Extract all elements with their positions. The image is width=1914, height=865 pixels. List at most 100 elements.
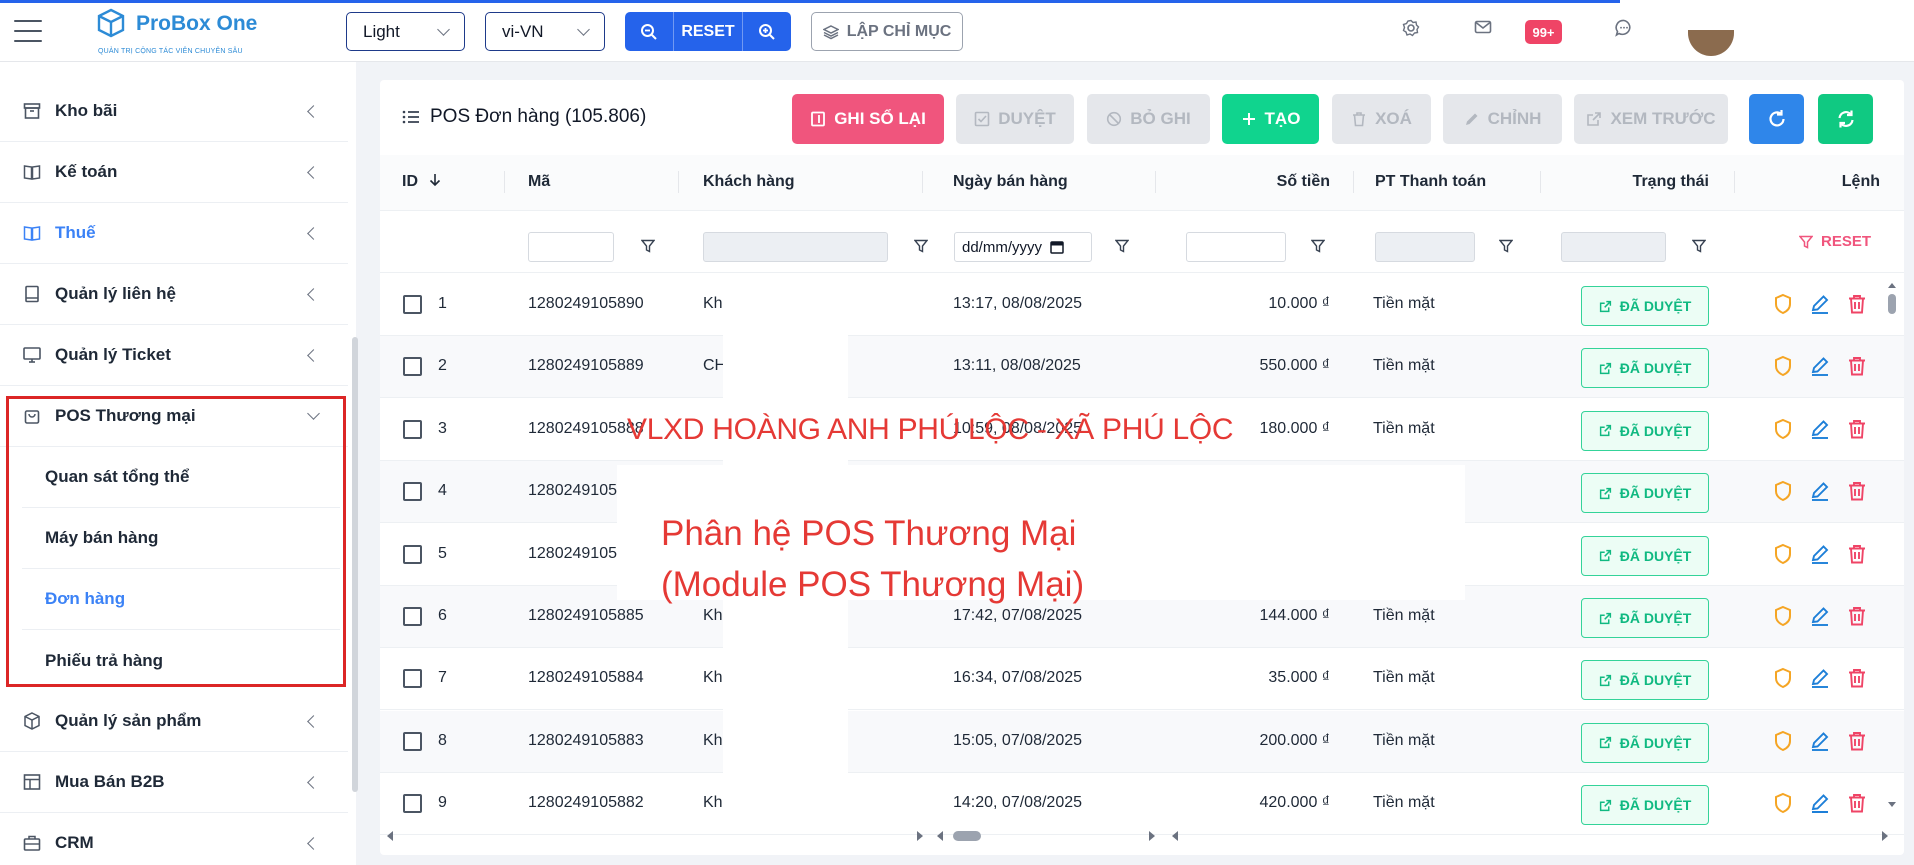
edit-icon[interactable] (1809, 418, 1831, 440)
status-badge[interactable]: ĐÃ DUYỆT (1581, 785, 1709, 826)
sidebar-item-thue[interactable]: Thuế (0, 203, 348, 264)
column-divider[interactable] (1734, 171, 1735, 193)
shield-icon[interactable] (1772, 543, 1794, 565)
row-checkbox[interactable] (403, 419, 422, 439)
status-badge[interactable]: ĐÃ DUYỆT (1581, 473, 1709, 514)
column-divider[interactable] (1540, 171, 1541, 193)
calendar-icon[interactable] (1050, 240, 1064, 254)
sort-arrow-down-icon[interactable] (428, 173, 442, 187)
delete-icon[interactable] (1846, 480, 1868, 502)
filter-so-tien-input[interactable] (1186, 232, 1286, 262)
column-divider[interactable] (678, 171, 679, 193)
filter-ma-input[interactable] (528, 232, 614, 262)
column-divider[interactable] (1155, 171, 1156, 193)
avatar[interactable] (1688, 30, 1734, 56)
shield-icon[interactable] (1772, 418, 1794, 440)
ghi-so-lai-button[interactable]: GHI SỔ LẠI (792, 94, 944, 144)
sidebar-scrollbar[interactable] (352, 337, 358, 792)
xoa-button[interactable]: XOÁ (1332, 94, 1431, 144)
zoom-out-button[interactable] (625, 12, 673, 51)
shield-icon[interactable] (1772, 355, 1794, 377)
column-divider[interactable] (1353, 171, 1354, 193)
index-button[interactable]: LẬP CHỈ MỤC (811, 12, 963, 51)
sidebar-subitem-may-ban-hang[interactable]: Máy bán hàng (22, 508, 340, 569)
shield-icon[interactable] (1772, 792, 1794, 814)
delete-icon[interactable] (1846, 730, 1868, 752)
scroll-right-icon[interactable] (1880, 830, 1890, 842)
filter-trang-thai-input[interactable] (1561, 232, 1666, 262)
row-checkbox[interactable] (403, 607, 422, 626)
menu-icon[interactable] (14, 20, 42, 42)
logo[interactable]: ProBox One QUẢN TRỊ CỘNG TÁC VIÊN CHUYÊN… (96, 6, 257, 58)
row-checkbox[interactable] (403, 357, 422, 377)
notification-badge[interactable]: 99+ (1525, 20, 1562, 44)
status-badge[interactable]: ĐÃ DUYỆT (1581, 410, 1709, 451)
table-row[interactable]: 2 1280249105889 CH 13:11, 08/08/2025 550.000… (380, 336, 1904, 399)
sidebar-item-lien-he[interactable]: Quản lý liên hệ (0, 264, 348, 325)
sidebar-item-pos-thuong-mai[interactable]: POS Thương mại (0, 386, 348, 447)
filter-funnel-icon[interactable] (1692, 239, 1706, 253)
status-badge[interactable]: ĐÃ DUYỆT (1581, 722, 1709, 763)
sidebar-item-b2b[interactable]: Mua Bán B2B (0, 752, 348, 813)
delete-icon[interactable] (1846, 792, 1868, 814)
col-ngay-ban[interactable]: Ngày bán hàng (953, 173, 1068, 191)
row-checkbox[interactable] (403, 669, 422, 689)
filter-funnel-icon[interactable] (641, 239, 655, 253)
sidebar-item-ke-toan[interactable]: Kế toán (0, 142, 348, 203)
col-ma[interactable]: Mã (528, 173, 550, 191)
chat-icon[interactable] (1615, 19, 1633, 37)
status-badge[interactable]: ĐÃ DUYỆT (1581, 348, 1709, 389)
zoom-in-button[interactable] (743, 12, 791, 51)
filter-reset-button[interactable]: RESET (1799, 233, 1871, 250)
zoom-reset-button[interactable]: RESET (673, 12, 743, 51)
filter-date-input[interactable]: dd/mm/yyyy (954, 232, 1092, 262)
sidebar-subitem-don-hang[interactable]: Đơn hàng (22, 569, 340, 630)
status-badge[interactable]: ĐÃ DUYỆT (1581, 660, 1709, 701)
sidebar-subitem-phieu-tra-hang[interactable]: Phiếu trả hàng (22, 630, 340, 691)
horizontal-scrollbar-right[interactable] (1170, 827, 1890, 845)
edit-icon[interactable] (1809, 293, 1831, 315)
filter-khach-hang-input[interactable] (703, 232, 888, 262)
edit-icon[interactable] (1809, 792, 1831, 814)
filter-funnel-icon[interactable] (914, 239, 928, 253)
edit-icon[interactable] (1809, 730, 1831, 752)
status-badge[interactable]: ĐÃ DUYỆT (1581, 286, 1709, 326)
bo-ghi-button[interactable]: BỎ GHI (1087, 94, 1210, 144)
sidebar-subitem-quan-sat[interactable]: Quan sát tổng thể (22, 447, 340, 508)
col-trang-thai[interactable]: Trạng thái (1570, 173, 1709, 191)
status-badge[interactable]: ĐÃ DUYỆT (1581, 535, 1709, 576)
shield-icon[interactable] (1772, 293, 1794, 315)
shield-icon[interactable] (1772, 667, 1794, 689)
delete-icon[interactable] (1846, 543, 1868, 565)
theme-select[interactable]: Light (346, 12, 465, 51)
table-row[interactable]: 8 1280249105883 Kh 15:05, 07/08/2025 200.000… (380, 710, 1904, 773)
delete-icon[interactable] (1846, 355, 1868, 377)
shield-icon[interactable] (1772, 730, 1794, 752)
table-vertical-scrollbar[interactable] (1886, 280, 1898, 810)
scroll-right-icon[interactable] (1147, 830, 1157, 842)
table-row[interactable]: 1 1280249105890 Kh 13:17, 08/08/2025 10.000 … (380, 274, 1904, 336)
table-row[interactable]: 9 1280249105882 Kh 14:20, 07/08/2025 420.000… (380, 773, 1904, 836)
table-row[interactable]: 7 1280249105884 Kh 16:34, 07/08/2025 35.000 … (380, 648, 1904, 711)
horizontal-scrollbar-left[interactable] (385, 827, 925, 845)
filter-funnel-icon[interactable] (1311, 239, 1325, 253)
delete-icon[interactable] (1846, 418, 1868, 440)
col-so-tien[interactable]: Số tiền (1230, 173, 1330, 191)
row-checkbox[interactable] (403, 482, 422, 502)
filter-funnel-icon[interactable] (1499, 239, 1513, 253)
scroll-up-icon[interactable] (1886, 280, 1898, 290)
column-divider[interactable] (922, 171, 923, 193)
edit-icon[interactable] (1809, 667, 1831, 689)
duyet-button[interactable]: DUYỆT (956, 94, 1074, 144)
shield-icon[interactable] (1772, 480, 1794, 502)
delete-icon[interactable] (1846, 293, 1868, 315)
scroll-left-icon[interactable] (385, 830, 395, 842)
scroll-right-icon[interactable] (915, 830, 925, 842)
sync-button[interactable] (1818, 94, 1873, 144)
tao-button[interactable]: TẠO (1222, 94, 1319, 144)
xem-truoc-button[interactable]: XEM TRƯỚC (1574, 94, 1728, 144)
status-badge[interactable]: ĐÃ DUYỆT (1581, 598, 1709, 638)
refresh-button[interactable] (1749, 94, 1804, 144)
row-checkbox[interactable] (403, 295, 422, 314)
sidebar-item-san-pham[interactable]: Quản lý sản phẩm (0, 691, 348, 752)
